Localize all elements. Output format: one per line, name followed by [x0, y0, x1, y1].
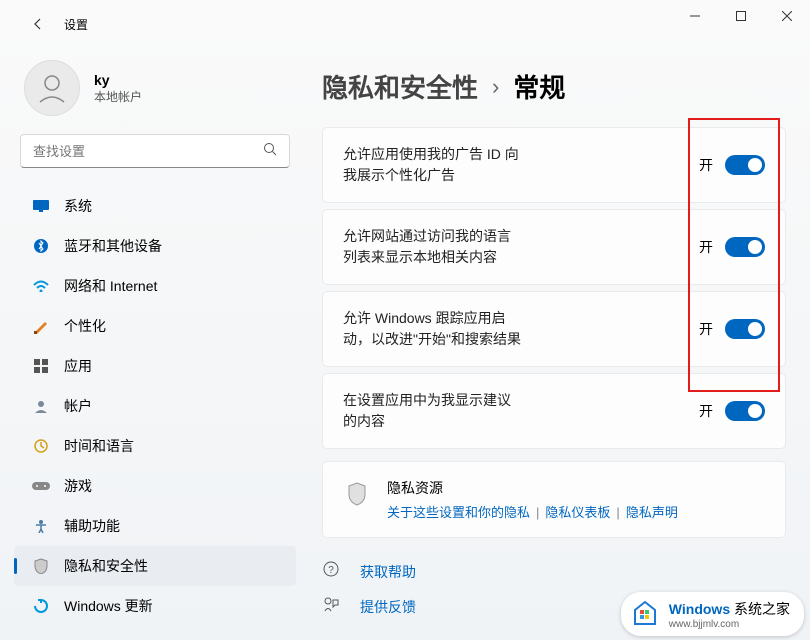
system-icon — [32, 197, 50, 215]
toggle-card-3: 在设置应用中为我显示建议的内容 开 — [322, 373, 786, 449]
user-profile[interactable]: ky 本地帐户 — [14, 60, 310, 116]
toggle-state-text: 开 — [699, 401, 713, 421]
close-button[interactable] — [764, 0, 810, 32]
apps-icon — [32, 357, 50, 375]
privacy-link-2[interactable]: 隐私声明 — [626, 505, 678, 520]
toggle-state-text: 开 — [699, 155, 713, 175]
sidebar-item-personalize[interactable]: 个性化 — [14, 306, 296, 346]
sidebar-item-apps[interactable]: 应用 — [14, 346, 296, 386]
sidebar-item-network[interactable]: 网络和 Internet — [14, 266, 296, 306]
privacy-link-0[interactable]: 关于这些设置和你的隐私 — [387, 505, 530, 520]
toggle-label: 在设置应用中为我显示建议的内容 — [343, 390, 521, 432]
toggle-card-0: 允许应用使用我的广告 ID 向我展示个性化广告 开 — [322, 127, 786, 203]
sidebar-item-update[interactable]: Windows 更新 — [14, 586, 296, 626]
sidebar-item-label: 应用 — [64, 356, 92, 376]
toggle-card-2: 允许 Windows 跟踪应用启动，以改进"开始"和搜索结果 开 — [322, 291, 786, 367]
get-help-text: 获取帮助 — [360, 562, 416, 582]
sidebar-item-bluetooth[interactable]: 蓝牙和其他设备 — [14, 226, 296, 266]
toggle-card-1: 允许网站通过访问我的语言列表来显示本地相关内容 开 — [322, 209, 786, 285]
sidebar-item-privacy[interactable]: 隐私和安全性 — [14, 546, 296, 586]
search-icon — [263, 142, 277, 161]
bluetooth-icon — [32, 237, 50, 255]
window-title: 设置 — [64, 16, 88, 33]
sidebar-item-label: 个性化 — [64, 316, 106, 336]
watermark-logo-icon — [629, 598, 661, 630]
toggle-label: 允许 Windows 跟踪应用启动，以改进"开始"和搜索结果 — [343, 308, 521, 350]
user-type: 本地帐户 — [94, 88, 142, 105]
search-input[interactable] — [33, 144, 263, 159]
privacy-icon — [32, 557, 50, 575]
titlebar: 设置 — [0, 0, 810, 48]
sidebar-item-gaming[interactable]: 游戏 — [14, 466, 296, 506]
watermark: Windows 系统之家 www.bjjmlv.com — [621, 592, 804, 636]
accessibility-icon — [32, 517, 50, 535]
search-box[interactable] — [20, 134, 290, 168]
toggle-label: 允许网站通过访问我的语言列表来显示本地相关内容 — [343, 226, 521, 268]
sidebar-item-label: 网络和 Internet — [64, 276, 157, 296]
sidebar-item-system[interactable]: 系统 — [14, 186, 296, 226]
main-content: 隐私和安全性 › 常规 允许应用使用我的广告 ID 向我展示个性化广告开允许网站… — [310, 48, 810, 640]
network-icon — [32, 277, 50, 295]
sidebar: ky 本地帐户 系统蓝牙和其他设备网络和 Internet 个性化应用帐户时间和语… — [0, 48, 310, 640]
privacy-resources-title: 隐私资源 — [387, 478, 678, 498]
shield-icon — [343, 480, 371, 508]
sidebar-item-label: Windows 更新 — [64, 596, 153, 616]
gaming-icon — [32, 477, 50, 495]
toggle-switch-3[interactable] — [725, 401, 765, 421]
breadcrumb: 隐私和安全性 › 常规 — [322, 68, 786, 105]
get-help-link[interactable]: ? 获取帮助 — [322, 560, 786, 583]
sidebar-item-label: 辅助功能 — [64, 516, 120, 536]
toggle-label: 允许应用使用我的广告 ID 向我展示个性化广告 — [343, 144, 521, 186]
toggle-switch-1[interactable] — [725, 237, 765, 257]
help-icon: ? — [322, 560, 346, 583]
breadcrumb-parent[interactable]: 隐私和安全性 — [322, 68, 478, 105]
toggle-switch-0[interactable] — [725, 155, 765, 175]
privacy-resources-card: 隐私资源 关于这些设置和你的隐私|隐私仪表板|隐私声明 — [322, 461, 786, 538]
sidebar-item-accounts[interactable]: 帐户 — [14, 386, 296, 426]
toggle-switch-2[interactable] — [725, 319, 765, 339]
svg-text:?: ? — [328, 565, 334, 576]
chevron-right-icon: › — [492, 74, 499, 100]
feedback-icon — [322, 595, 346, 618]
sidebar-item-label: 隐私和安全性 — [64, 556, 148, 576]
accounts-icon — [32, 397, 50, 415]
update-icon — [32, 597, 50, 615]
sidebar-item-label: 帐户 — [64, 396, 92, 416]
back-button[interactable] — [18, 4, 58, 44]
user-name: ky — [94, 72, 142, 88]
minimize-button[interactable] — [672, 0, 718, 32]
sidebar-item-label: 系统 — [64, 196, 92, 216]
sidebar-item-accessibility[interactable]: 辅助功能 — [14, 506, 296, 546]
feedback-text: 提供反馈 — [360, 597, 416, 617]
toggle-state-text: 开 — [699, 319, 713, 339]
sidebar-item-label: 游戏 — [64, 476, 92, 496]
breadcrumb-current: 常规 — [513, 68, 565, 105]
time-icon — [32, 437, 50, 455]
maximize-button[interactable] — [718, 0, 764, 32]
sidebar-item-label: 时间和语言 — [64, 436, 134, 456]
toggle-state-text: 开 — [699, 237, 713, 257]
avatar — [24, 60, 80, 116]
privacy-link-1[interactable]: 隐私仪表板 — [545, 505, 610, 520]
personalize-icon — [32, 317, 50, 335]
sidebar-item-label: 蓝牙和其他设备 — [64, 236, 162, 256]
sidebar-item-time[interactable]: 时间和语言 — [14, 426, 296, 466]
